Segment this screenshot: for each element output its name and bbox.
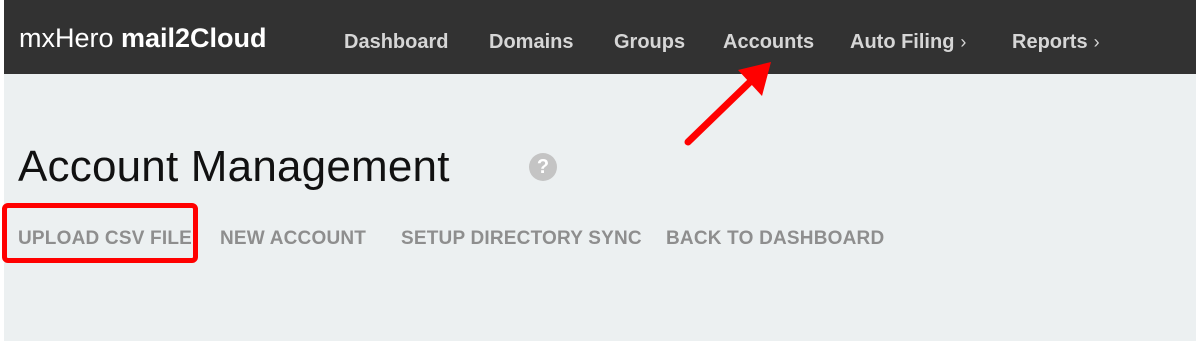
red-arrow-icon: [684, 62, 771, 146]
